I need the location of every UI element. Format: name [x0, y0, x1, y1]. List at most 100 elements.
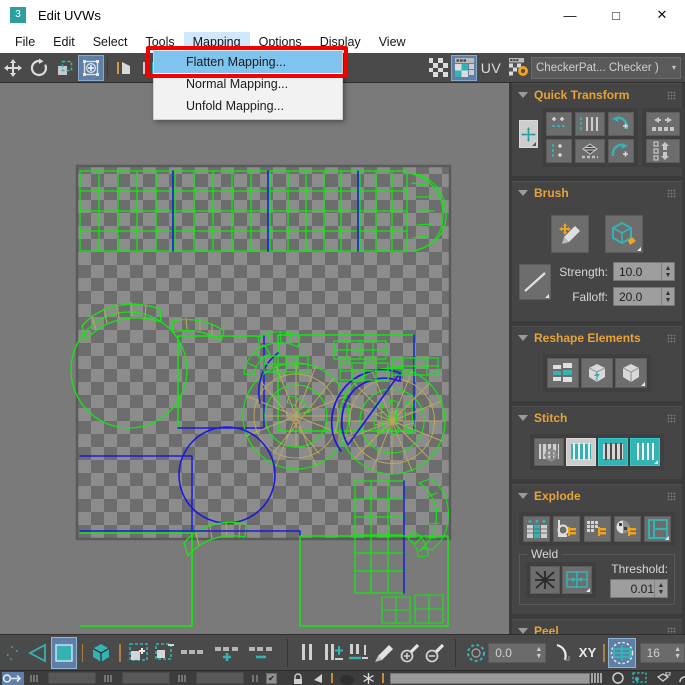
- arc-snap-tool-icon[interactable]: [550, 638, 574, 668]
- grid-value-spinner[interactable]: 16 ▲ ▼: [639, 642, 685, 663]
- menu-item-normal-mapping[interactable]: Normal Mapping...: [154, 73, 342, 95]
- scale-tool-icon[interactable]: [53, 56, 77, 80]
- strength-spinner[interactable]: 10.0 ▲ ▼: [613, 262, 675, 281]
- align-vertical-tool-icon[interactable]: [347, 638, 371, 668]
- maximize-button[interactable]: □: [593, 0, 639, 30]
- axis-xy-label[interactable]: XY: [576, 638, 600, 668]
- menu-select[interactable]: Select: [84, 32, 137, 52]
- stitch-to-target-tool[interactable]: [598, 438, 628, 466]
- paint-select-inc-icon[interactable]: [398, 638, 422, 668]
- show-map-checker-tool-icon[interactable]: [426, 56, 450, 80]
- pan-view-icon[interactable]: [655, 672, 671, 684]
- grid-snap-tool-icon[interactable]: [608, 637, 636, 668]
- rotate-ccw-tool[interactable]: [608, 112, 634, 136]
- rotate-cw-tool[interactable]: [608, 139, 634, 163]
- zoom-icon[interactable]: [611, 672, 625, 684]
- align-horizontal-tool[interactable]: [546, 112, 572, 136]
- rollout-header-stitch[interactable]: Stitch: [512, 407, 682, 429]
- checker-settings-tool-icon[interactable]: [506, 56, 530, 80]
- command-panel[interactable]: Quick Transform Brush Strength: 10.0 ▲ ▼…: [509, 83, 685, 634]
- explode-by-polygon-tool[interactable]: [553, 516, 581, 542]
- vertex-subobject-icon[interactable]: [1, 638, 25, 668]
- cone-icon[interactable]: [311, 672, 325, 685]
- snowflake-icon[interactable]: [361, 672, 376, 685]
- select-invert-tool-icon[interactable]: [153, 638, 177, 668]
- align-horizontal-tool-icon[interactable]: [321, 638, 345, 668]
- stitch-all-tool[interactable]: [630, 438, 660, 466]
- u-coordinate-field[interactable]: [48, 672, 96, 684]
- element-subobject-icon[interactable]: [89, 638, 113, 668]
- menu-item-flatten-mapping[interactable]: Flatten Mapping...: [154, 51, 342, 73]
- move-tool-icon[interactable]: [1, 56, 25, 80]
- show-map-tool-icon[interactable]: [451, 54, 477, 81]
- weld-selected-tool[interactable]: [562, 566, 592, 594]
- flyout-corner-icon: [532, 142, 536, 146]
- threshold-spinner[interactable]: 0.01 ▲ ▼: [610, 579, 668, 598]
- align-to-edge-tool-icon[interactable]: [296, 638, 320, 668]
- mapping-dropdown-menu[interactable]: Flatten Mapping... Normal Mapping... Unf…: [153, 48, 343, 120]
- explode-by-material-tool[interactable]: [613, 516, 641, 542]
- filter-selected-faces-tool-icon[interactable]: [179, 638, 211, 668]
- explode-by-smoothing-tool[interactable]: [644, 516, 671, 542]
- move-pivot-tool[interactable]: [519, 120, 538, 148]
- menu-item-unfold-mapping[interactable]: Unfold Mapping...: [154, 95, 342, 117]
- paint-select-dec-icon[interactable]: [423, 638, 447, 668]
- zoom-region-icon[interactable]: [632, 672, 648, 684]
- menu-file[interactable]: File: [6, 32, 44, 52]
- w-coordinate-field[interactable]: [196, 672, 244, 684]
- spinner-arrows-icon[interactable]: ▲ ▼: [654, 580, 667, 597]
- align-vertical-tool[interactable]: [546, 139, 572, 163]
- relax-brush[interactable]: [605, 215, 643, 253]
- rescale-elements-tool[interactable]: [547, 358, 579, 388]
- paint-move-brush[interactable]: [551, 215, 589, 253]
- explode-by-angle-tool[interactable]: [523, 516, 550, 542]
- mirror-tool-icon[interactable]: [112, 56, 136, 80]
- paint-select-brush-icon[interactable]: [372, 638, 396, 668]
- falloff-spinner[interactable]: 20.0 ▲ ▼: [613, 287, 675, 306]
- rollout-header-peel[interactable]: Peel: [512, 620, 682, 634]
- snap-toggle-icon[interactable]: [464, 638, 488, 668]
- flip-element-tool[interactable]: [581, 358, 613, 388]
- absolute-toggle-icon[interactable]: [251, 673, 263, 684]
- spinner-arrows-icon[interactable]: ▲ ▼: [532, 646, 545, 660]
- v-coordinate-field[interactable]: [122, 672, 170, 684]
- minimize-button[interactable]: —: [547, 0, 593, 30]
- space-horizontal-tool[interactable]: [575, 112, 605, 136]
- rollout-header-explode[interactable]: Explode: [512, 485, 682, 507]
- rollout-header-brush[interactable]: Brush: [512, 182, 682, 204]
- flip-horizontal-tool[interactable]: [646, 112, 680, 136]
- mirror-element-tool[interactable]: [615, 358, 647, 388]
- select-by-element-tool-icon[interactable]: [127, 638, 151, 668]
- pan-icon[interactable]: [339, 672, 355, 685]
- close-button[interactable]: ✕: [639, 0, 685, 30]
- flip-vertical-tool[interactable]: [646, 139, 680, 163]
- stitch-custom-tool[interactable]: [534, 438, 564, 466]
- uv-shell-canvas[interactable]: [0, 83, 509, 634]
- space-vertical-tool[interactable]: [575, 139, 605, 163]
- explode-by-element-tool[interactable]: [583, 516, 611, 542]
- face-subobject-icon[interactable]: [51, 636, 77, 669]
- comb-icon[interactable]: [590, 672, 604, 684]
- lock-selection-icon[interactable]: [2, 671, 24, 685]
- spinner-arrows-icon[interactable]: ▲ ▼: [661, 288, 674, 305]
- spinner-arrows-icon[interactable]: ▲ ▼: [671, 646, 684, 660]
- rollout-header-quick-transform[interactable]: Quick Transform: [512, 84, 682, 106]
- menu-edit[interactable]: Edit: [44, 32, 84, 52]
- lock-icon[interactable]: [291, 672, 305, 685]
- menu-view[interactable]: View: [370, 32, 415, 52]
- spinner-arrows-icon[interactable]: ▲ ▼: [661, 263, 674, 280]
- rotate-view-icon[interactable]: [678, 672, 685, 684]
- freeform-mode-tool-icon[interactable]: [78, 54, 104, 81]
- sync-selection-tool-icon[interactable]: [213, 638, 245, 668]
- uv-editor-viewport[interactable]: [0, 83, 509, 634]
- snap-value-spinner[interactable]: 0.0 ▲ ▼: [488, 642, 547, 663]
- falloff-curve-button[interactable]: [519, 264, 552, 300]
- hide-selected-tool-icon[interactable]: [247, 638, 279, 668]
- rotate-tool-icon[interactable]: [27, 56, 51, 80]
- edge-subobject-icon[interactable]: [27, 638, 51, 668]
- rollout-header-reshape-elements[interactable]: Reshape Elements: [512, 327, 682, 349]
- texture-selector-combo[interactable]: CheckerPat... Checker ) ▾: [531, 56, 681, 79]
- absolute-checkbox[interactable]: ✔: [266, 672, 277, 684]
- stitch-selected-tool[interactable]: [566, 438, 596, 466]
- target-weld-tool[interactable]: [530, 566, 560, 594]
